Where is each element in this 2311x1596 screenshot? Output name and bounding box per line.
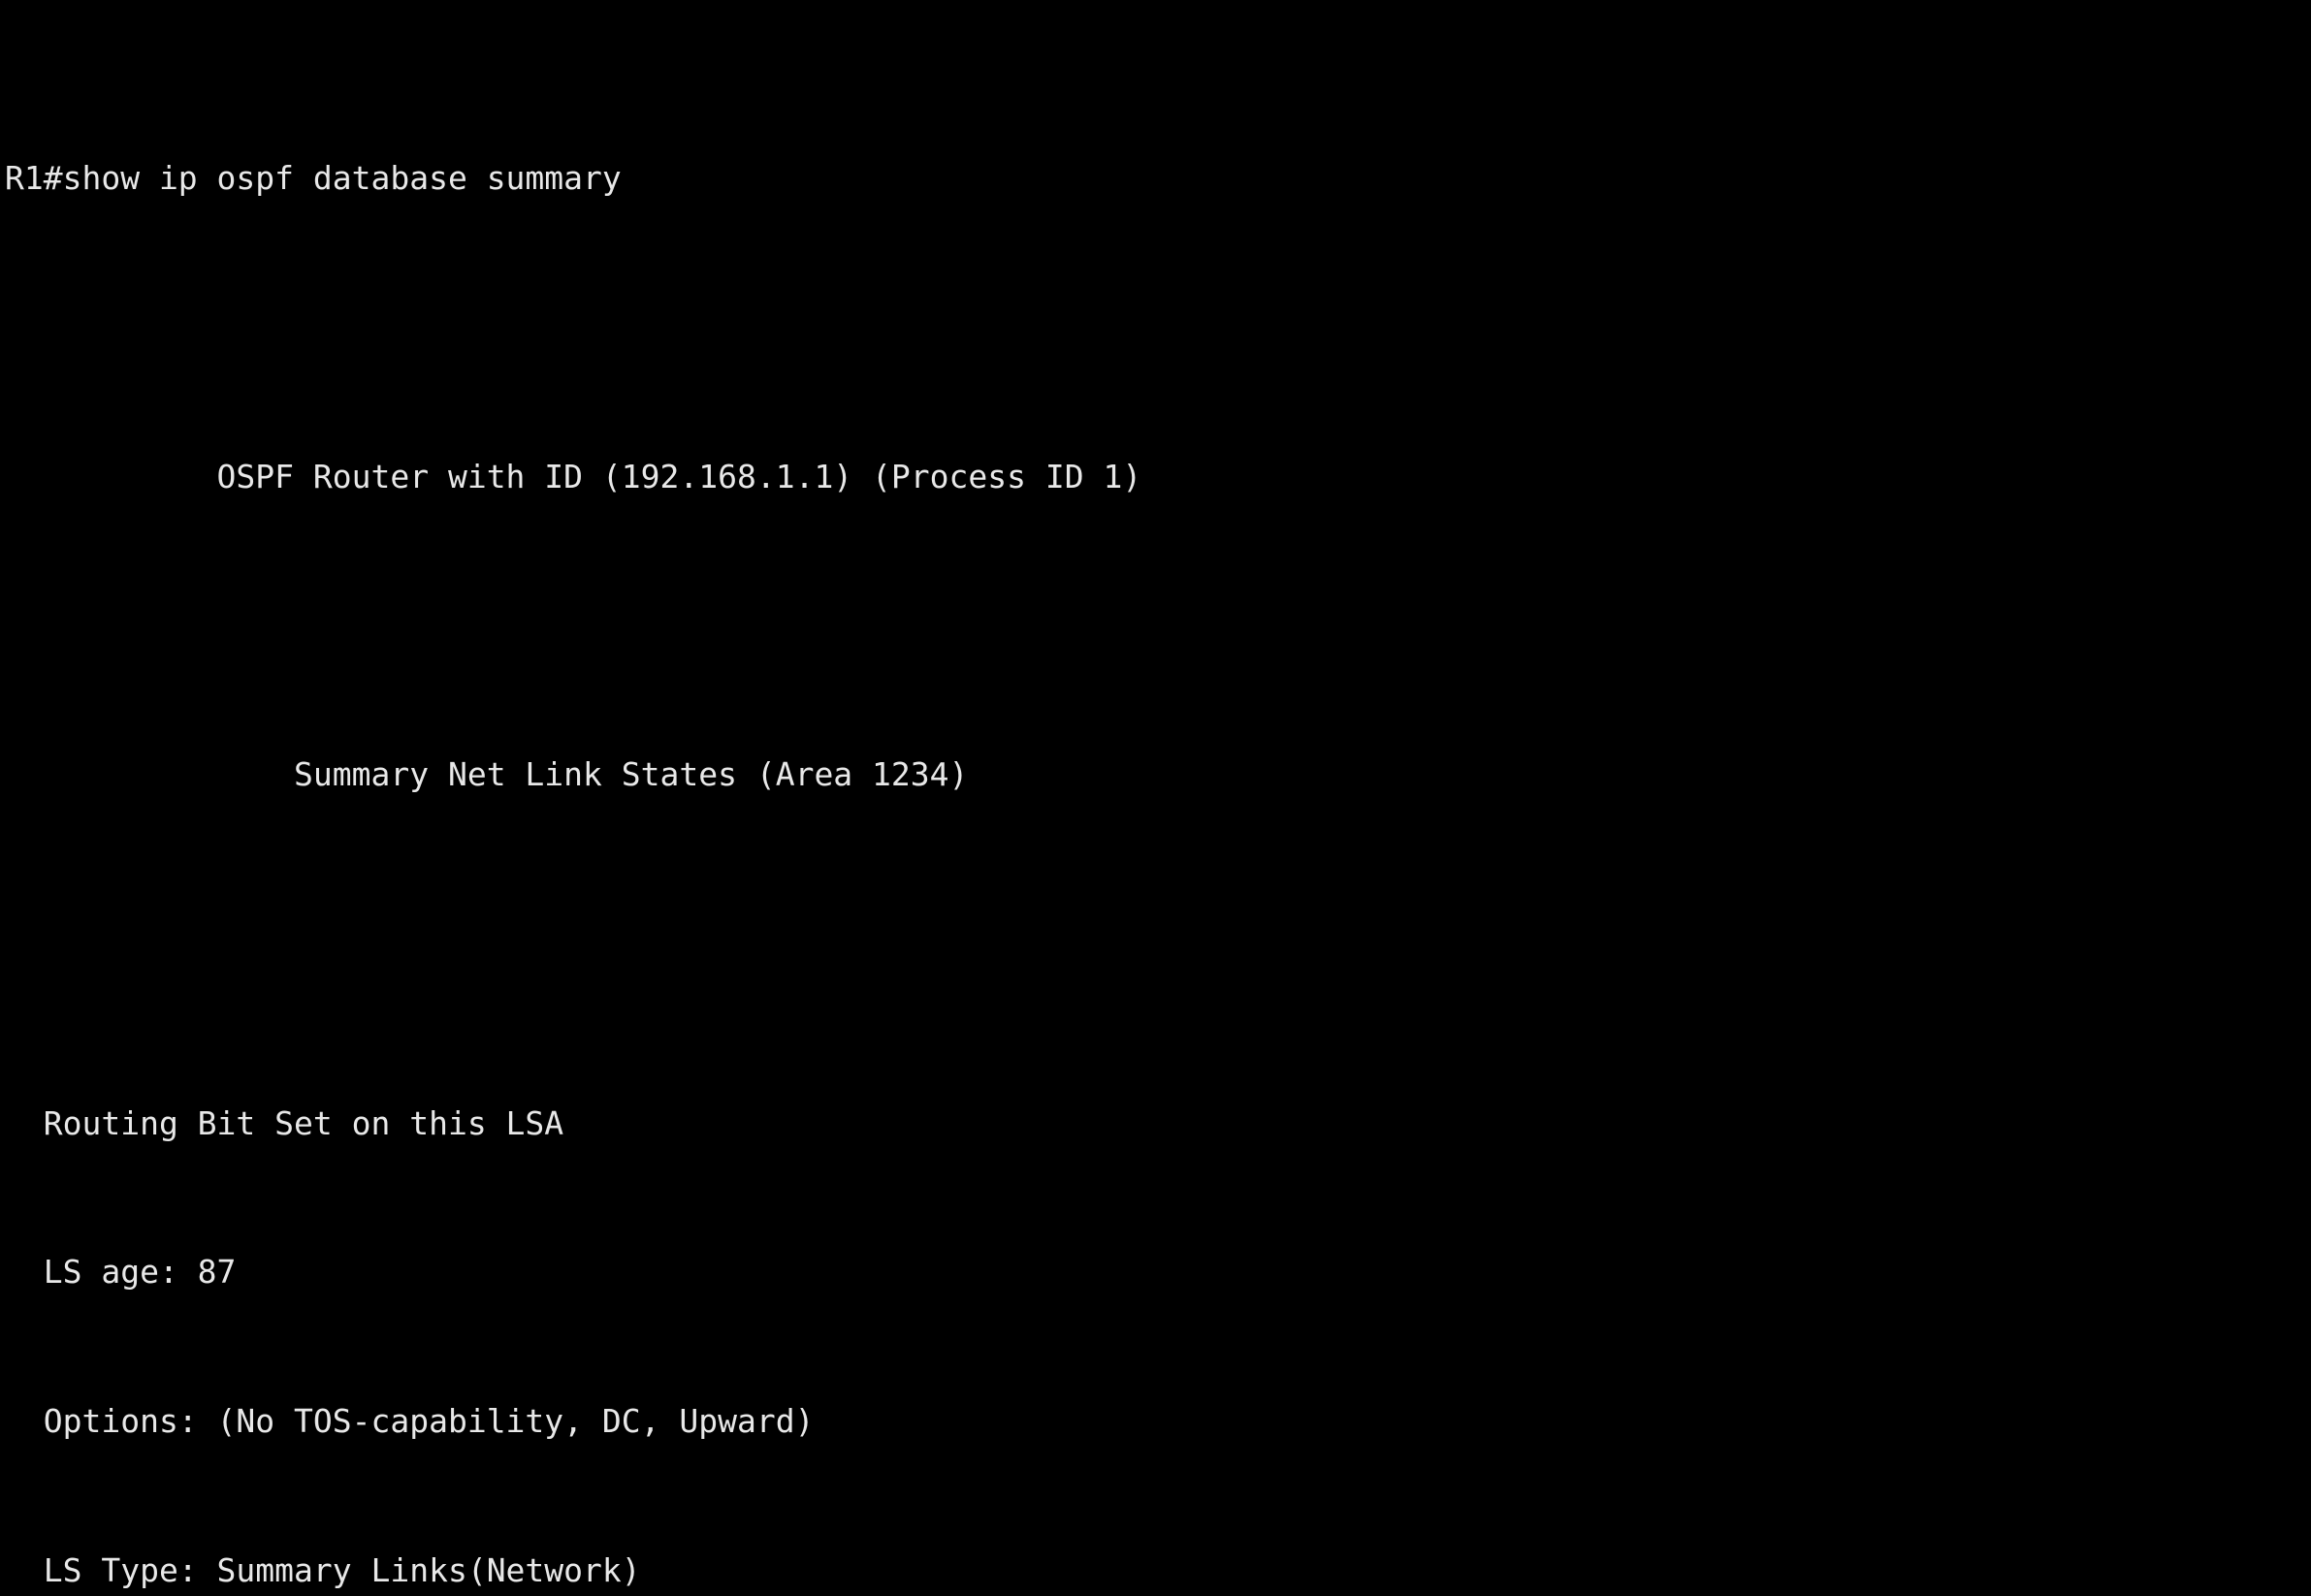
ospf-router-header: OSPF Router with ID (192.168.1.1) (Proce… (5, 457, 1142, 495)
terminal-screen[interactable]: R1#show ip ospf database summary OSPF Ro… (0, 0, 2311, 1596)
command-line: R1#show ip ospf database summary (5, 158, 622, 197)
terminal-output-area: R1#show ip ospf database summary OSPF Ro… (5, 4, 2311, 1596)
lsa1-ls-age: LS age: 87 (5, 1253, 237, 1292)
lsa1-routing-bit: Routing Bit Set on this LSA (5, 1103, 564, 1142)
lsa1-ls-type: LS Type: Summary Links(Network) (5, 1551, 641, 1590)
lsa1-options: Options: (No TOS-capability, DC, Upward) (5, 1402, 815, 1441)
summary-net-link-states-header: Summary Net Link States (Area 1234) (5, 755, 969, 794)
